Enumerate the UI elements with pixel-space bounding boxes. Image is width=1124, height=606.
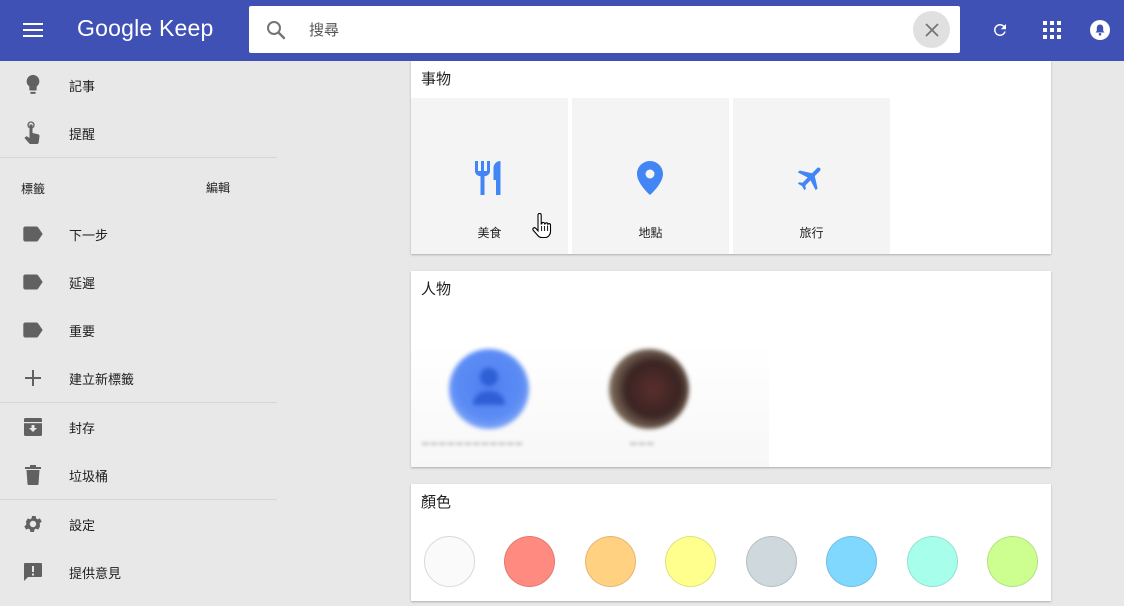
hamburger-menu-icon [23,23,43,37]
clear-search-button[interactable] [913,11,950,48]
sidebar-item-label: 記事 [69,79,96,95]
things-card-title: 事物 [421,70,452,88]
sidebar-item-label: 提供意見 [69,566,122,582]
apps-grid-icon [1043,21,1061,39]
person-name-redacted: ▬▬▬ [629,439,655,449]
avatar [609,349,689,429]
sidebar-item-label: 提醒 [69,127,96,143]
search-icon [267,21,286,40]
label-icon [21,318,45,342]
notifications-bell-icon [1090,20,1110,40]
sidebar-divider [0,157,277,158]
search-input[interactable] [309,14,889,45]
color-swatch[interactable] [826,536,877,587]
things-tile-food[interactable]: 美食 [411,98,568,254]
close-icon [924,22,939,37]
label-icon [21,270,45,294]
sidebar-item-label: 下一步 [69,228,109,244]
things-tile-travel[interactable]: 旅行 [733,98,890,254]
tile-label: 地點 [638,226,663,240]
color-swatch[interactable] [987,536,1038,587]
main-menu-button[interactable] [14,12,52,48]
color-swatch[interactable] [746,536,797,587]
people-carousel: ▬▬▬▬▬▬▬▬▬▬▬▬ ▬▬▬ [411,343,769,467]
things-card: 事物 美食 地點 旅行 [411,61,1051,254]
food-icon [469,158,509,198]
colors-card: 顏色 [411,484,1051,601]
place-icon [630,158,670,198]
edit-labels-button[interactable]: 編輯 [206,179,230,196]
person-email-redacted: ▬▬▬▬▬▬▬▬▬▬▬▬ [421,439,524,449]
label-icon [21,222,45,246]
sidebar-item-notes[interactable]: 記事 [0,61,277,109]
refresh-button[interactable] [988,18,1012,42]
avatar [449,349,529,429]
colors-card-title: 顏色 [421,493,452,511]
archive-icon [21,415,45,439]
gear-icon [21,512,45,536]
sidebar-item-label: 封存 [69,421,96,437]
sidebar-item-reminders[interactable]: 提醒 [0,109,277,157]
feedback-icon [21,560,45,584]
apps-button[interactable] [1040,18,1064,42]
hand-pointer-cursor-icon [532,213,552,239]
create-new-label-button[interactable]: 建立新標籤 [0,354,277,402]
trash-icon [21,463,45,487]
sidebar-item-label: 重要 [69,324,96,340]
search-bar [249,6,960,53]
plus-icon [21,366,45,390]
lightbulb-icon [21,73,45,97]
color-swatch[interactable] [907,536,958,587]
labels-section-heading: 標籤 [21,182,46,196]
color-swatch[interactable] [585,536,636,587]
sidebar: 記事 提醒 標籤 編輯 下一步 延遲 重要 建立新標籤 封存 垃圾桶 設定 提供… [0,61,277,606]
sidebar-item-label: 垃圾桶 [69,469,109,485]
color-swatch[interactable] [424,536,475,587]
tile-label: 旅行 [799,226,824,240]
sidebar-item-trash[interactable]: 垃圾桶 [0,451,277,499]
app-header: Google Keep [0,0,1124,61]
sidebar-item-label: 建立新標籤 [69,372,135,388]
refresh-icon [993,23,1006,36]
sidebar-item-label-important[interactable]: 重要 [0,306,277,354]
people-card: 人物 ▬▬▬▬▬▬▬▬▬▬▬▬ ▬▬▬ [411,271,1051,467]
sidebar-item-label-next[interactable]: 下一步 [0,210,277,258]
sidebar-item-feedback[interactable]: 提供意見 [0,548,277,596]
sidebar-item-archive[interactable]: 封存 [0,403,277,451]
notifications-button[interactable] [1088,18,1112,42]
flight-icon [791,158,831,198]
sidebar-item-settings[interactable]: 設定 [0,500,277,548]
sidebar-item-label: 設定 [69,518,96,534]
color-swatch[interactable] [504,536,555,587]
sidebar-item-label-delayed[interactable]: 延遲 [0,258,277,306]
things-tile-places[interactable]: 地點 [572,98,729,254]
app-title[interactable]: Google Keep [77,15,213,42]
sidebar-item-label: 延遲 [69,276,96,292]
person-card[interactable]: ▬▬▬▬▬▬▬▬▬▬▬▬ [411,343,567,467]
people-card-title: 人物 [421,280,452,298]
color-swatch[interactable] [665,536,716,587]
person-card[interactable]: ▬▬▬ [571,343,727,467]
reminder-hand-icon [21,121,45,145]
